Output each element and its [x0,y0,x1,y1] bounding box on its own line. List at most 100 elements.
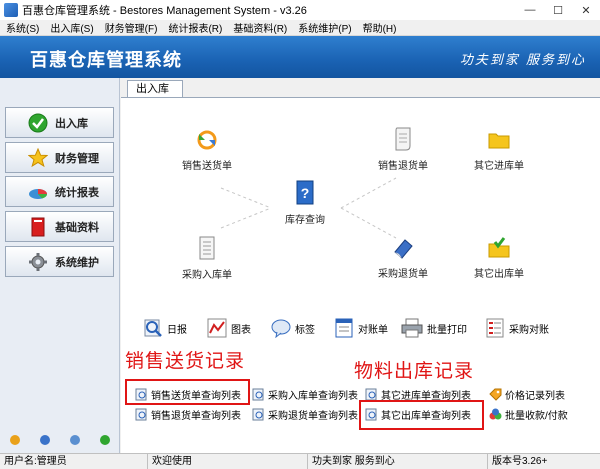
purchase-return-query-link[interactable]: 采购退货单查询列表 [252,407,358,422]
document-icon [199,236,215,260]
annotation-sales-ship-record: 销售送货记录 [125,350,246,372]
link-label: 销售退货单查询列表 [151,411,241,422]
menu-basic-data[interactable]: 基础资料(R) [233,20,287,35]
other-in-label: 其它进库单 [474,161,524,172]
close-button[interactable]: ✕ [572,0,600,20]
exit-icon[interactable] [100,435,110,445]
menu-maintenance[interactable]: 系统维护(P) [298,20,351,35]
slogan: 功夫到家 服务到心 [459,53,586,68]
statement-label: 对账单 [358,324,388,336]
menu-system[interactable]: 系统(S) [6,20,39,35]
purchase-reconcile-tool[interactable]: 采购对账 [485,318,549,338]
list-search-icon [252,408,264,421]
sales-return-label: 销售退货单 [378,161,428,172]
link-label: 采购入库单查询列表 [268,391,358,402]
link-label: 采购退货单查询列表 [268,411,358,422]
menu-finance[interactable]: 财务管理(F) [105,20,158,35]
highlight-other-out-query [359,400,484,430]
status-bar: 用户名:管理员 欢迎使用 功夫到家 服务到心 版本号3.26+ [0,453,600,469]
line-chart-icon [207,318,227,338]
list-search-icon [252,388,264,401]
main-content: 销售送货单 销售退货单 其它进库单 ? 库存查询 采购入库单 采购退货单 其它出… [121,97,600,453]
purchase-return-item[interactable]: 采购退货单 [363,236,443,280]
sidebar-item-reports[interactable]: 统计报表 [5,176,114,207]
link-label: 价格记录列表 [505,391,565,402]
app-icon [4,3,18,17]
window-title: 百惠仓库管理系统 - Bestores Management System - … [22,5,307,17]
gear-icon [28,252,48,272]
menu-help[interactable]: 帮助(H) [363,20,397,35]
chart-label: 图表 [231,324,251,336]
price-tag-icon [489,388,502,401]
sidebar-item-label: 系统维护 [55,256,99,269]
price-record-link[interactable]: 价格记录列表 [489,387,565,402]
other-out-item[interactable]: 其它出库单 [459,236,539,280]
book-icon [28,217,48,237]
folder-check-icon [488,237,510,258]
statement-tool[interactable]: 对账单 [334,318,388,338]
other-out-label: 其它出库单 [474,269,524,280]
stock-query-label: 库存查询 [285,215,325,226]
purchase-in-label: 采购入库单 [182,270,232,281]
status-user: 用户名:管理员 [0,454,148,469]
clock-icon[interactable] [70,435,80,445]
eraser-icon [394,239,413,259]
svg-text:?: ? [301,185,310,201]
statement-icon [335,318,353,338]
batch-print-label: 批量打印 [427,324,467,336]
other-in-item[interactable]: 其它进库单 [459,128,539,172]
report-list-icon [486,318,504,338]
sync-arrows-icon [197,130,217,150]
batch-print-tool[interactable]: 批量打印 [401,318,467,338]
daily-report-tool[interactable]: 日报 [143,318,187,338]
menu-bar: 系统(S) 出入库(S) 财务管理(F) 统计报表(R) 基础资料(R) 系统维… [0,20,600,36]
star-icon [28,147,48,168]
tab-inout[interactable]: 出入库 [127,80,183,98]
app-name: 百惠仓库管理系统 [30,50,182,70]
maximize-button[interactable]: ☐ [544,0,572,20]
purchase-return-label: 采购退货单 [378,269,428,280]
menu-reports[interactable]: 统计报表(R) [168,20,222,35]
list-search-icon [135,408,147,421]
batch-payment-link[interactable]: 批量收款/付款 [489,407,568,422]
title-bar: 百惠仓库管理系统 - Bestores Management System - … [0,0,600,20]
minimize-button[interactable]: — [516,0,544,20]
shortcut-icon[interactable] [10,435,20,445]
help-book-icon: ? [296,180,314,205]
sidebar-item-basic-data[interactable]: 基础资料 [5,211,114,242]
sidebar-item-label: 出入库 [55,117,88,130]
purchase-in-item[interactable]: 采购入库单 [167,235,247,281]
sales-ship-item[interactable]: 销售送货单 [167,128,247,172]
chart-tool[interactable]: 图表 [207,318,251,338]
daily-report-label: 日报 [167,324,187,336]
highlight-sales-ship-query [125,379,250,405]
pie-chart-icon [28,182,48,202]
printer-icon [401,318,423,338]
annotation-material-out-record: 物料出库记录 [354,360,475,382]
status-slogan: 功夫到家 服务到心 [308,454,488,469]
scroll-icon [395,127,411,151]
header-banner: 百惠仓库管理系统 功夫到家 服务到心 [0,36,600,78]
sidebar: 出入库 财务管理 统计报表 基础资料 系统维护 [0,78,120,453]
sales-return-item[interactable]: 销售退货单 [363,126,443,172]
label-tool[interactable]: 标签 [271,318,315,338]
stock-query-item[interactable]: ? 库存查询 [265,180,345,226]
magnifier-icon [144,319,162,337]
label-label: 标签 [295,324,315,336]
purchase-reconcile-label: 采购对账 [509,324,549,336]
menu-inout[interactable]: 出入库(S) [50,20,93,35]
sidebar-item-finance[interactable]: 财务管理 [5,142,114,173]
coins-icon [489,408,502,420]
sales-return-query-link[interactable]: 销售退货单查询列表 [135,407,241,422]
speech-bubble-icon [271,319,291,338]
tab-strip: 出入库 [121,78,600,98]
sidebar-item-label: 基础资料 [55,221,99,234]
link-label: 批量收款/付款 [505,411,568,422]
sidebar-item-inout[interactable]: 出入库 [5,107,114,138]
check-icon [28,113,48,133]
info-icon[interactable] [40,435,50,445]
purchase-in-query-link[interactable]: 采购入库单查询列表 [252,387,358,402]
sidebar-item-maintenance[interactable]: 系统维护 [5,246,114,277]
sidebar-item-label: 财务管理 [55,152,99,165]
folder-icon [488,133,510,149]
